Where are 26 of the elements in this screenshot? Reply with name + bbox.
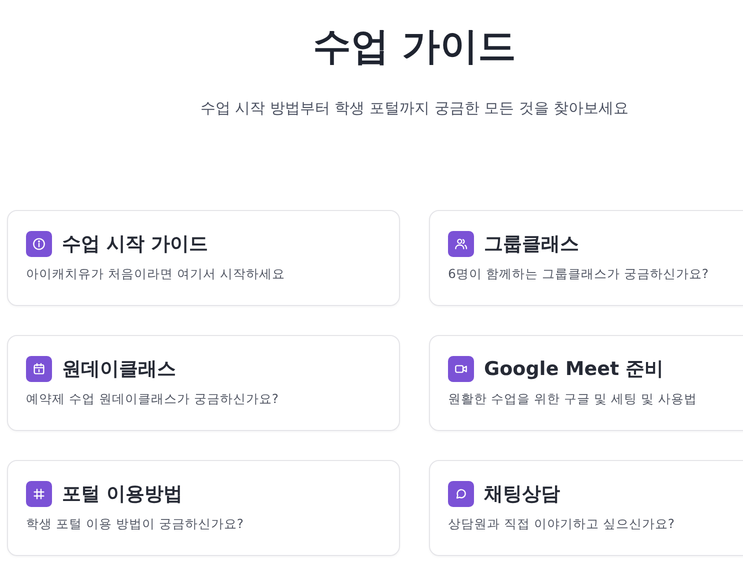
card-description: 원활한 수업을 위한 구글 및 세팅 및 사용법 <box>448 391 698 408</box>
guide-card[interactable]: 그룹클래스 6명이 함께하는 그룹클래스가 궁금하신가요? <box>429 210 743 306</box>
calendar-icon <box>26 356 52 382</box>
guide-card[interactable]: 포털 이용방법 학생 포털 이용 방법이 궁금하신가요? <box>7 460 400 556</box>
card-description: 상담원과 직접 이야기하고 싶으신가요? <box>448 516 676 533</box>
card-title: 그룹클래스 <box>484 232 579 257</box>
people-icon <box>448 231 474 257</box>
card-title: 원데이클래스 <box>62 357 176 382</box>
card-description: 아이캐치유가 처음이라면 여기서 시작하세요 <box>26 266 286 283</box>
info-icon <box>26 231 52 257</box>
guide-card[interactable]: 수업 시작 가이드 아이캐치유가 처음이라면 여기서 시작하세요 <box>7 210 400 306</box>
card-description: 학생 포털 이용 방법이 궁금하신가요? <box>26 516 245 533</box>
card-description: 예약제 수업 원데이클래스가 궁금하신가요? <box>26 391 280 408</box>
card-title: 포털 이용방법 <box>62 482 183 507</box>
guide-card[interactable]: 채팅상담 상담원과 직접 이야기하고 싶으신가요? <box>429 460 743 556</box>
guide-card[interactable]: Google Meet 준비 원활한 수업을 위한 구글 및 세팅 및 사용법 <box>429 335 743 431</box>
page-subtitle: 수업 시작 방법부터 학생 포털까지 궁금한 모든 것을 찾아보세요 <box>200 98 629 118</box>
card-title: 수업 시작 가이드 <box>62 232 208 257</box>
guide-card[interactable]: 원데이클래스 예약제 수업 원데이클래스가 궁금하신가요? <box>7 335 400 431</box>
grid-icon <box>26 481 52 507</box>
chat-bubble-icon <box>448 481 474 507</box>
page-title: 수업 가이드 <box>312 23 516 70</box>
card-title: 채팅상담 <box>484 482 560 507</box>
card-description: 6명이 함께하는 그룹클래스가 궁금하신가요? <box>448 266 710 283</box>
card-title: Google Meet 준비 <box>484 357 664 382</box>
video-camera-icon <box>448 356 474 382</box>
